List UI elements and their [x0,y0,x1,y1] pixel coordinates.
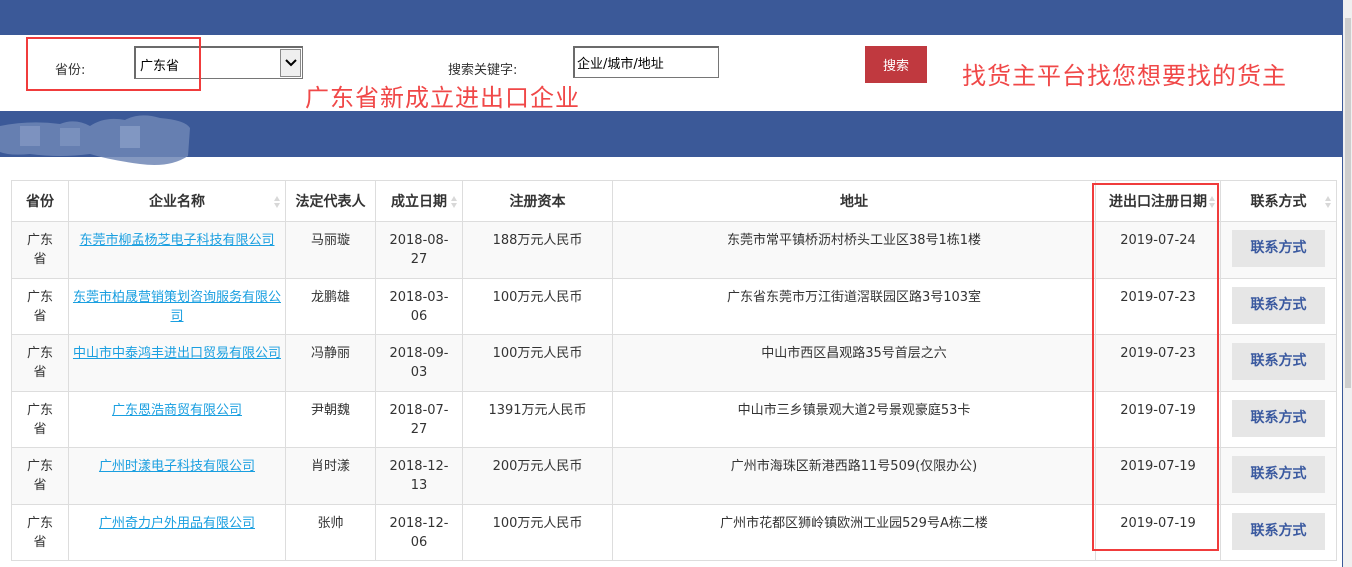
chevron-down-icon[interactable] [280,49,301,77]
column-header-founded[interactable]: 成立日期 [375,180,463,222]
cell-capital: 200万元人民币 [462,447,613,505]
cell-province: 广东省 [11,221,69,279]
cell-ie-reg-date: 2019-07-23 [1095,277,1221,335]
column-header-province: 省份 [11,180,69,222]
company-link[interactable]: 广州奇力户外用品有限公司 [99,516,255,531]
contact-button[interactable]: 联系方式 [1232,343,1325,380]
cell-legal-rep: 肖时漾 [285,447,376,505]
contact-button[interactable]: 联系方式 [1232,512,1325,550]
cell-company: 东莞市柏晟营销策划咨询服务有限公司 [68,277,286,335]
cell-capital: 1391万元人民币 [462,390,613,448]
cell-capital: 100万元人民币 [462,503,613,561]
sort-icon[interactable] [1208,194,1216,210]
cell-company: 广州奇力户外用品有限公司 [68,503,286,561]
blurred-logo [0,115,190,165]
table-row: 广东省 广州奇力户外用品有限公司 张帅 2018-12- 06 100万元人民币 … [11,503,1337,561]
contact-button[interactable]: 联系方式 [1232,286,1325,324]
page-scrollbar[interactable] [1342,0,1352,567]
cell-contact: 联系方式 [1220,334,1337,392]
cell-province: 广东省 [11,503,69,561]
cell-contact: 联系方式 [1220,221,1337,279]
cell-address: 中山市三乡镇景观大道2号景观豪庭53卡 [612,390,1096,448]
contact-button[interactable]: 联系方式 [1232,230,1325,267]
cell-province: 广东省 [11,334,69,392]
sort-icon[interactable] [1324,194,1332,210]
section-banner [0,111,1342,165]
top-banner [0,0,1342,35]
slogan-platform: 找货主平台找您想要找的货主 [962,62,1287,90]
cell-address: 广州市海珠区新港西路11号509(仅限办公) [612,447,1096,505]
table-row: 广东省 东莞市柳孟杨芝电子科技有限公司 马丽璇 2018-08- 27 188万元… [11,221,1337,279]
cell-ie-reg-date: 2019-07-19 [1095,503,1221,561]
keyword-label: 搜索关键字: [448,63,518,78]
sort-icon[interactable] [450,194,458,210]
table-row: 广东省 广州时漾电子科技有限公司 肖时漾 2018-12- 13 200万元人民币… [11,447,1337,505]
cell-capital: 100万元人民币 [462,277,613,335]
cell-founded: 2018-08- 27 [375,221,463,279]
cell-company: 中山市中泰鸿丰进出口贸易有限公司 [68,334,286,392]
cell-contact: 联系方式 [1220,390,1337,448]
cell-contact: 联系方式 [1220,277,1337,335]
contact-button[interactable]: 联系方式 [1232,456,1325,493]
company-link[interactable]: 广东恩浩商贸有限公司 [112,403,242,418]
cell-ie-reg-date: 2019-07-23 [1095,334,1221,392]
table-row: 广东省 中山市中泰鸿丰进出口贸易有限公司 冯静丽 2018-09- 03 100万… [11,334,1337,392]
company-link[interactable]: 东莞市柳孟杨芝电子科技有限公司 [79,233,274,248]
cell-province: 广东省 [11,390,69,448]
cell-company: 东莞市柳孟杨芝电子科技有限公司 [68,221,286,279]
column-header-ie-reg-date[interactable]: 进出口注册日期 [1095,180,1221,222]
cell-capital: 188万元人民币 [462,221,613,279]
cell-founded: 2018-09- 03 [375,334,463,392]
cell-founded: 2018-12- 13 [375,447,463,505]
company-link[interactable]: 中山市中泰鸿丰进出口贸易有限公司 [73,346,281,361]
cell-contact: 联系方式 [1220,447,1337,505]
cell-legal-rep: 龙鹏雄 [285,277,376,335]
cell-capital: 100万元人民币 [462,334,613,392]
contact-button[interactable]: 联系方式 [1232,399,1325,437]
column-header-legal-rep: 法定代表人 [285,180,376,222]
cell-company: 广东恩浩商贸有限公司 [68,390,286,448]
cell-company: 广州时漾电子科技有限公司 [68,447,286,505]
table-header-row: 省份 企业名称 法定代表人 成立日期 注册资本 地址 进出口注册日期 联系方式 [11,180,1337,222]
cell-ie-reg-date: 2019-07-19 [1095,390,1221,448]
cell-legal-rep: 尹朝魏 [285,390,376,448]
cell-legal-rep: 冯静丽 [285,334,376,392]
cell-ie-reg-date: 2019-07-24 [1095,221,1221,279]
column-header-company[interactable]: 企业名称 [68,180,286,222]
company-link[interactable]: 广州时漾电子科技有限公司 [99,459,255,474]
search-button[interactable]: 搜索 [865,46,927,83]
company-table-container: 省份 企业名称 法定代表人 成立日期 注册资本 地址 进出口注册日期 联系方式 … [11,180,1337,561]
cell-province: 广东省 [11,447,69,505]
cell-founded: 2018-07- 27 [375,390,463,448]
cell-founded: 2018-12- 06 [375,503,463,561]
cell-founded: 2018-03- 06 [375,277,463,335]
table-row: 广东省 广东恩浩商贸有限公司 尹朝魏 2018-07- 27 1391万元人民币 … [11,390,1337,448]
keyword-input[interactable] [573,46,719,78]
cell-ie-reg-date: 2019-07-19 [1095,447,1221,505]
cell-address: 广东省东莞市万江街道滘联园区路3号103室 [612,277,1096,335]
slogan-new-companies: 广东省新成立进出口企业 [305,84,580,112]
cell-address: 中山市西区昌观路35号首层之六 [612,334,1096,392]
company-link[interactable]: 东莞市柏晟营销策划咨询服务有限公司 [73,290,281,324]
column-header-capital: 注册资本 [462,180,613,222]
company-table: 省份 企业名称 法定代表人 成立日期 注册资本 地址 进出口注册日期 联系方式 … [11,180,1337,561]
province-highlight-box [26,37,201,91]
cell-contact: 联系方式 [1220,503,1337,561]
column-header-address: 地址 [612,180,1096,222]
cell-address: 东莞市常平镇桥沥村桥头工业区38号1栋1楼 [612,221,1096,279]
cell-address: 广州市花都区狮岭镇欧洲工业园529号A栋二楼 [612,503,1096,561]
cell-province: 广东省 [11,277,69,335]
scrollbar-thumb[interactable] [1345,18,1351,388]
cell-legal-rep: 马丽璇 [285,221,376,279]
table-row: 广东省 东莞市柏晟营销策划咨询服务有限公司 龙鹏雄 2018-03- 06 100… [11,277,1337,335]
cell-legal-rep: 张帅 [285,503,376,561]
column-header-contact[interactable]: 联系方式 [1220,180,1337,222]
sort-icon[interactable] [273,194,281,210]
